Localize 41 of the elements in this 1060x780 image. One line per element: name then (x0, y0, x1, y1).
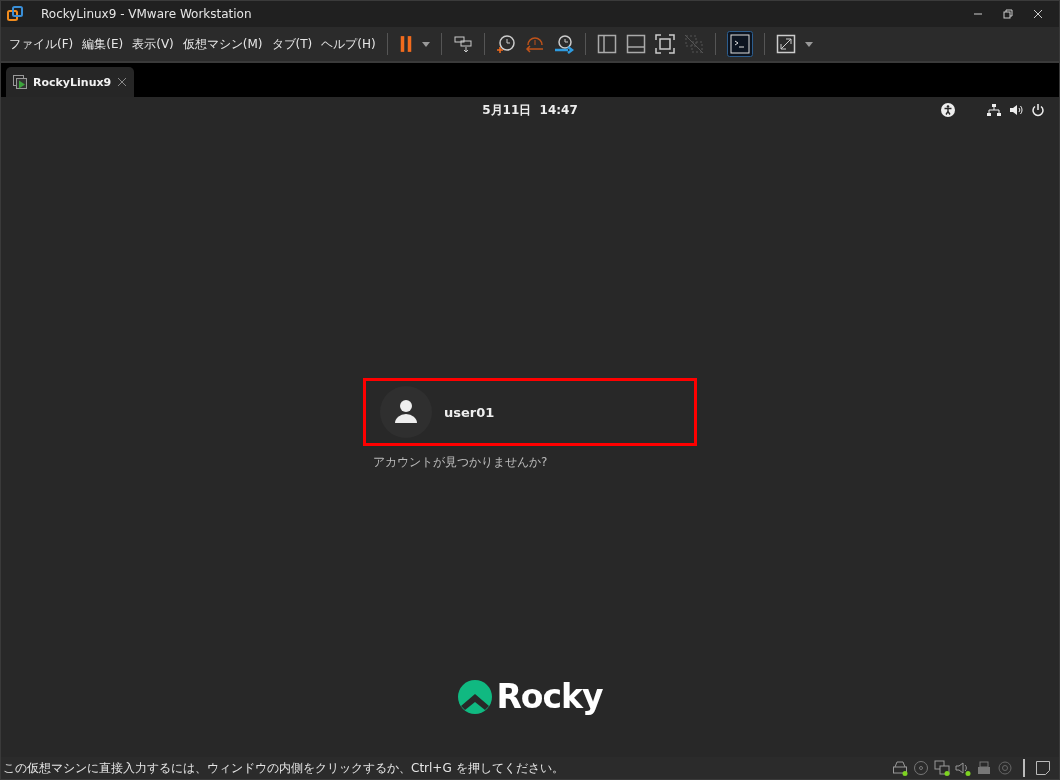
sound-device-icon[interactable] (955, 760, 971, 776)
user-name: user01 (444, 404, 495, 420)
vm-tab[interactable]: RockyLinux9 (6, 67, 135, 97)
menu-item[interactable]: 仮想マシン(M) (182, 35, 263, 53)
window-title: RockyLinux9 - VMware Workstation (41, 7, 253, 21)
caret-icon[interactable] (421, 41, 430, 47)
not-listed-link[interactable]: アカウントが見つかりませんか? (373, 454, 548, 471)
disk-device-icon[interactable] (892, 760, 908, 776)
close-icon[interactable] (1033, 9, 1043, 19)
full-screen-icon[interactable] (654, 34, 675, 54)
sidebar-view-icon[interactable] (596, 34, 617, 54)
network-device-icon[interactable] (934, 760, 950, 776)
network-icon[interactable] (987, 103, 1001, 117)
cd-device-icon[interactable] (913, 760, 929, 776)
accessibility-icon[interactable] (941, 103, 955, 117)
app-logo-icon (7, 6, 23, 22)
status-message: この仮想マシンに直接入力するには、ウィンドウの内側をクリックするか、Ctrl+G を押してください。 (3, 759, 565, 777)
revert-snapshot-icon[interactable] (524, 34, 545, 54)
stretch-icon[interactable] (775, 34, 796, 54)
caret-icon[interactable] (804, 41, 813, 47)
menu-item[interactable]: ファイル(F) (9, 35, 74, 53)
restore-icon[interactable] (1003, 9, 1013, 19)
thumbnail-view-icon[interactable] (625, 34, 646, 54)
vm-running-icon (13, 75, 27, 89)
vm-screen[interactable]: 5月11日 14:47 user01 アカウントが見つかりませんか? Rocky (1, 97, 1059, 757)
note-icon[interactable] (1035, 760, 1051, 776)
menu-item[interactable]: 表示(V) (132, 35, 174, 53)
menu-item[interactable]: 編集(E) (82, 35, 124, 53)
console-icon[interactable] (726, 31, 753, 57)
avatar-icon (380, 386, 432, 438)
close-icon[interactable] (117, 77, 128, 87)
power-icon[interactable] (1031, 103, 1045, 117)
volume-icon[interactable] (1009, 103, 1023, 117)
highlighted-user-item[interactable]: user01 (363, 378, 697, 446)
menu-item[interactable]: タブ(T) (271, 35, 313, 53)
rocky-logo-icon (457, 678, 494, 715)
clock[interactable]: 5月11日 14:47 (482, 101, 578, 119)
menu-item[interactable]: ヘルプ(H) (321, 35, 376, 53)
logo-text: Rocky (496, 677, 603, 716)
pause-icon[interactable] (398, 34, 413, 54)
snapshot-icon[interactable] (495, 34, 516, 54)
